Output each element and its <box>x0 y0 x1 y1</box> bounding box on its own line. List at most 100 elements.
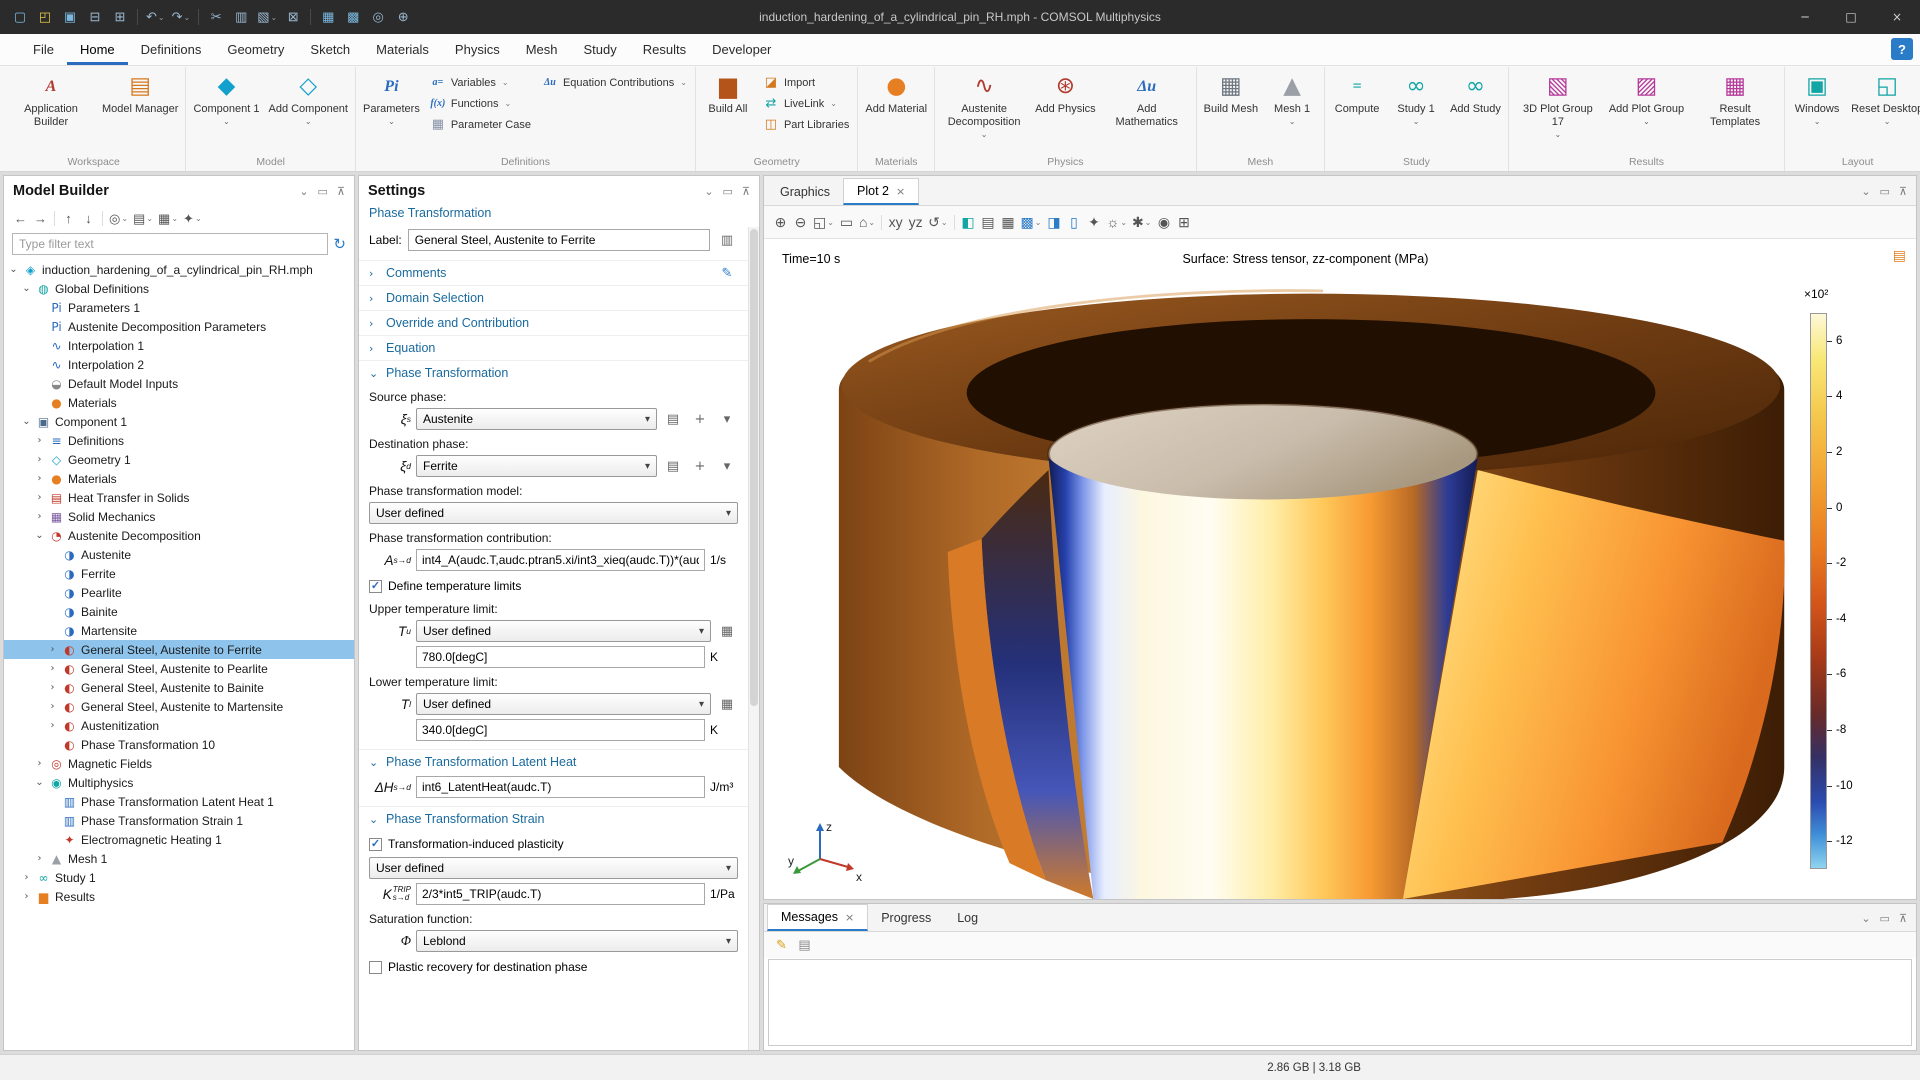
chevron-down-icon[interactable]: ▾ <box>716 408 738 430</box>
lock-view-icon[interactable]: ✦ <box>1084 212 1103 233</box>
selection-mode-icon[interactable]: ▯ <box>1064 212 1083 233</box>
phase-transformation-model-select[interactable]: User defined ▾ <box>369 502 738 524</box>
tab-plot-2[interactable]: Plot 2× <box>843 178 919 205</box>
section-strain[interactable]: ⌄ Phase Transformation Strain <box>359 806 748 831</box>
panel-menu-icon[interactable]: ⌄ <box>704 185 713 198</box>
paste-icon[interactable]: ▧⌄ <box>254 4 280 30</box>
tree-item-ferrite[interactable]: ◑Ferrite <box>4 564 354 583</box>
ribbon-reset-desktop[interactable]: ◱Reset Desktop⌄ <box>1847 69 1920 154</box>
print-icon[interactable]: ⊞ <box>108 4 132 30</box>
tree-chevron-icon[interactable]: › <box>47 644 58 655</box>
panel-pin-icon[interactable]: ⊼ <box>1899 185 1907 198</box>
tree-columns-icon[interactable]: ▦⌄ <box>156 208 180 229</box>
section-comments[interactable]: › Comments ✎ <box>359 260 748 285</box>
tree-chevron-icon[interactable]: › <box>34 454 45 465</box>
tree-filter-input[interactable] <box>12 233 328 255</box>
lower-limit-input[interactable] <box>416 719 705 741</box>
section-equation[interactable]: › Equation <box>359 335 748 360</box>
section-override-contribution[interactable]: › Override and Contribution <box>359 310 748 335</box>
contribution-input[interactable] <box>416 549 705 571</box>
delete-icon[interactable]: ⊠ <box>281 4 305 30</box>
tree-chevron-icon[interactable]: ⌄ <box>8 264 19 275</box>
zoom-in-icon[interactable]: ⊕ <box>771 212 790 233</box>
tree-chevron-icon[interactable]: ⌄ <box>34 530 45 541</box>
tree-item-general-steel-austenite-to-bainite[interactable]: ›◐General Steel, Austenite to Bainite <box>4 678 354 697</box>
panel-pin-icon[interactable]: ⊼ <box>337 185 345 198</box>
tree-chevron-icon[interactable]: › <box>47 701 58 712</box>
panel-menu-icon[interactable]: ⌄ <box>299 185 308 198</box>
ribbon-3d-plot-group-17[interactable]: ▧3D Plot Group 17⌄ <box>1512 69 1604 154</box>
ribbon-application-builder[interactable]: AApplication Builder <box>5 69 97 154</box>
maximize-button[interactable]: □ <box>1828 0 1874 34</box>
tree-item-solid-mechanics[interactable]: ›▦Solid Mechanics <box>4 507 354 526</box>
print-icon[interactable]: ⊞ <box>1174 212 1193 233</box>
clear-log-icon[interactable]: ✎ <box>772 935 791 956</box>
tree-item-multiphysics[interactable]: ⌄◉Multiphysics <box>4 773 354 792</box>
tree-chevron-icon[interactable]: › <box>47 682 58 693</box>
tree-chevron-icon[interactable]: › <box>21 872 32 883</box>
range-icon[interactable]: ▦ <box>716 620 738 642</box>
open-file-icon[interactable]: ◰ <box>33 4 57 30</box>
rotate-view-icon[interactable]: ↺⌄ <box>926 212 949 233</box>
strain-model-select[interactable]: User defined ▾ <box>369 857 738 879</box>
menu-tab-geometry[interactable]: Geometry <box>214 35 297 65</box>
menu-tab-study[interactable]: Study <box>571 35 630 65</box>
refresh-icon[interactable]: ↻ <box>333 235 346 253</box>
tree-item-component-1[interactable]: ⌄▣Component 1 <box>4 412 354 431</box>
panel-menu-icon[interactable]: ⌄ <box>1861 912 1870 925</box>
ribbon-import[interactable]: ◪Import <box>758 72 854 93</box>
data-sets-icon[interactable]: ◨ <box>1044 212 1063 233</box>
plot-settings-icon[interactable]: ▩⌄ <box>1019 212 1044 233</box>
cut-icon[interactable]: ✂ <box>204 4 228 30</box>
tree-item-martensite[interactable]: ◑Martensite <box>4 621 354 640</box>
ribbon-livelink[interactable]: ⇄LiveLink⌄ <box>758 93 854 114</box>
tree-item-global-definitions[interactable]: ⌄◍Global Definitions <box>4 279 354 298</box>
ribbon-functions[interactable]: f(x)Functions⌄ <box>425 93 536 114</box>
tree-chevron-icon[interactable]: › <box>34 511 45 522</box>
lower-limit-mode-select[interactable]: User defined ▾ <box>416 693 711 715</box>
menu-tab-results[interactable]: Results <box>630 35 699 65</box>
destination-phase-select[interactable]: Ferrite ▾ <box>416 455 657 477</box>
add-phase-icon[interactable]: + <box>689 408 711 430</box>
rename-icon[interactable]: ▥ <box>716 229 738 251</box>
ribbon-mesh-1[interactable]: ▲Mesh 1⌄ <box>1263 69 1321 154</box>
copy-image-icon[interactable]: ▤ <box>979 212 998 233</box>
zoom-out-icon[interactable]: ⊖ <box>791 212 810 233</box>
forward-icon[interactable]: → <box>31 208 50 229</box>
zoom-extents-icon[interactable]: ◱⌄ <box>811 212 836 233</box>
view-yz-icon[interactable]: yz <box>906 212 925 233</box>
tree-item-austenite-decomposition-parameters[interactable]: PiAustenite Decomposition Parameters <box>4 317 354 336</box>
section-phase-transformation[interactable]: ⌄ Phase Transformation <box>359 360 748 385</box>
ribbon-build-all[interactable]: ▆Build All <box>699 69 757 154</box>
panel-float-icon[interactable]: ▭ <box>318 185 328 198</box>
tree-chevron-icon[interactable]: › <box>34 435 45 446</box>
ribbon-model-manager[interactable]: ▤Model Manager <box>98 69 182 154</box>
tree-item-materials[interactable]: ●Materials <box>4 393 354 412</box>
tree-chevron-icon[interactable]: ⌄ <box>34 777 45 788</box>
ribbon-add-material[interactable]: ●Add Material <box>861 69 931 154</box>
plastic-recovery-checkbox[interactable]: Plastic recovery for destination phase <box>369 960 738 974</box>
tab-log[interactable]: Log <box>944 904 991 931</box>
legend-toggle-icon[interactable]: ▤ <box>1893 248 1906 264</box>
tree-item-phase-transformation-strain-1[interactable]: ▥Phase Transformation Strain 1 <box>4 811 354 830</box>
table-tools-icon[interactable]: ▦ <box>316 4 340 30</box>
ribbon-equation-contributions[interactable]: ΔuEquation Contributions⌄ <box>537 72 692 93</box>
saturation-function-select[interactable]: Leblond ▾ <box>416 930 738 952</box>
tree-chevron-icon[interactable]: › <box>34 758 45 769</box>
menu-tab-sketch[interactable]: Sketch <box>297 35 363 65</box>
tree-item-materials[interactable]: ›●Materials <box>4 469 354 488</box>
minimize-button[interactable]: ─ <box>1782 0 1828 34</box>
tree-item-general-steel-austenite-to-pearlite[interactable]: ›◐General Steel, Austenite to Pearlite <box>4 659 354 678</box>
scene-light-icon[interactable]: ◧ <box>959 212 978 233</box>
tree-chevron-icon[interactable]: ⌄ <box>21 283 32 294</box>
tree-item-phase-transformation-latent-heat-1[interactable]: ▥Phase Transformation Latent Heat 1 <box>4 792 354 811</box>
tree-item-definitions[interactable]: ›≡Definitions <box>4 431 354 450</box>
section-domain-selection[interactable]: › Domain Selection <box>359 285 748 310</box>
menu-tab-file[interactable]: File <box>20 35 67 65</box>
save-icon[interactable]: ▣ <box>58 4 82 30</box>
source-phase-select[interactable]: Austenite ▾ <box>416 408 657 430</box>
close-icon[interactable]: × <box>896 185 905 198</box>
panel-float-icon[interactable]: ▭ <box>1880 185 1890 198</box>
ribbon-add-plot-group[interactable]: ▨Add Plot Group⌄ <box>1605 69 1688 154</box>
image-snapshot-icon[interactable]: ◉ <box>1154 212 1173 233</box>
